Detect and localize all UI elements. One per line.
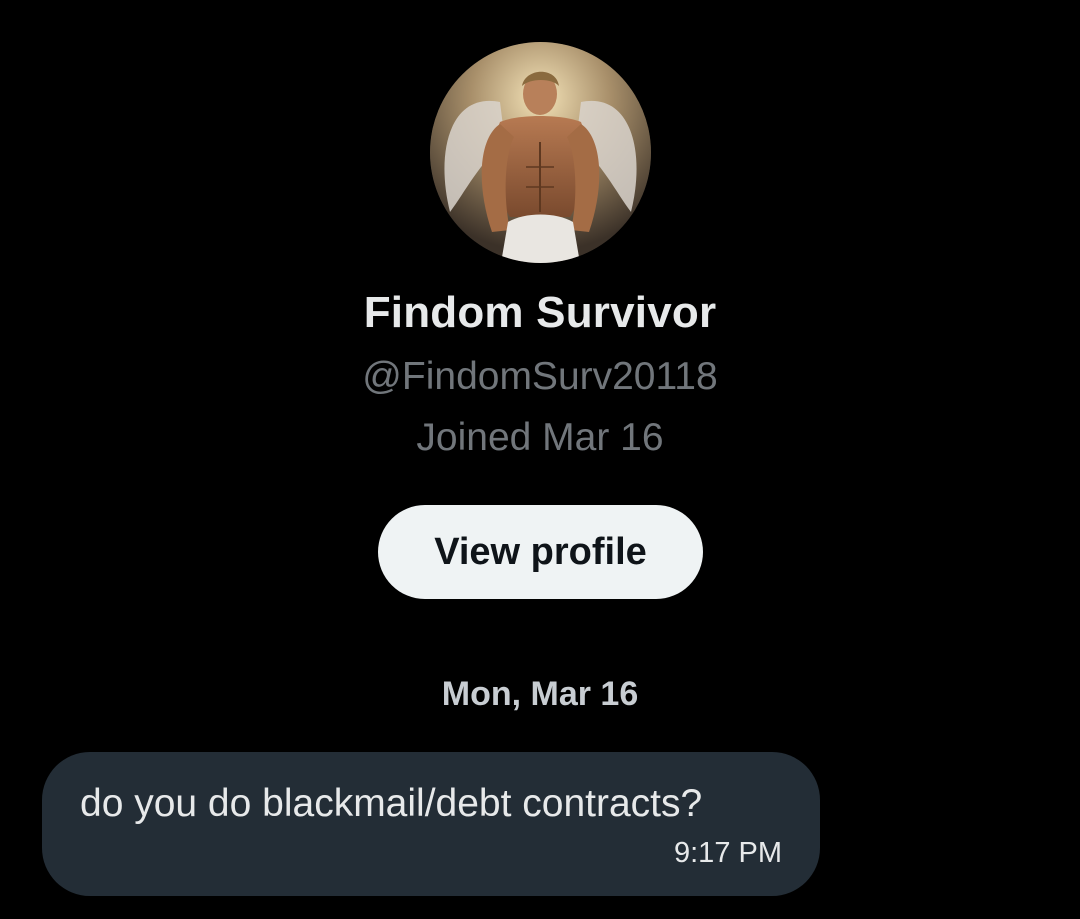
message-text: do you do blackmail/debt contracts?: [80, 782, 703, 825]
display-name: Findom Survivor: [363, 288, 717, 337]
date-divider: Mon, Mar 16: [441, 675, 639, 713]
joined-date: Joined Mar 16: [416, 416, 664, 459]
angel-avatar-icon: [430, 42, 651, 263]
avatar[interactable]: [430, 42, 651, 263]
view-profile-button[interactable]: View profile: [378, 505, 703, 599]
user-handle: @FindomSurv20118: [362, 355, 718, 398]
message-timestamp: 9:17 PM: [674, 837, 782, 869]
message-bubble[interactable]: do you do blackmail/debt contracts? 9:17…: [42, 752, 820, 896]
